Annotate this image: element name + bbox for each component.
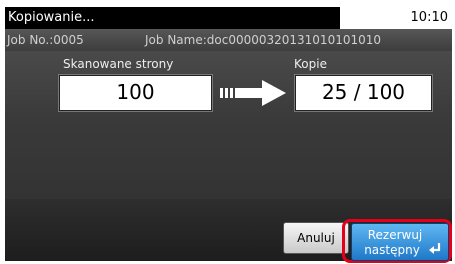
arrow-right-icon <box>220 80 286 106</box>
job-number: Job No.:0005 <box>7 33 84 47</box>
job-name: Job Name:doc00000320131010101010 <box>145 33 382 47</box>
reserve-next-button[interactable]: Rezerwuj następny <box>351 223 449 261</box>
bottom-bar: Anuluj Rezerwuj następny <box>5 199 452 263</box>
cancel-button[interactable]: Anuluj <box>283 222 349 254</box>
scanned-pages-label: Skanowane strony <box>63 57 174 71</box>
copies-label: Kopie <box>294 57 327 71</box>
clock: 10:10 <box>340 7 452 29</box>
copy-progress-screen: Kopiowanie... 10:10 Job No.:0005 Job Nam… <box>0 0 455 264</box>
job-info-bar: Job No.:0005 Job Name:doc000003201310101… <box>5 29 452 51</box>
enter-icon <box>429 243 441 254</box>
scanned-pages-value: 100 <box>59 75 212 111</box>
screen-title: Kopiowanie... <box>5 7 340 29</box>
reserve-next-label-line2: następny <box>364 243 420 257</box>
progress-panel: Skanowane strony 100 Kopie 25 / 100 <box>5 51 452 199</box>
reserve-next-label-line1: Rezerwuj <box>367 228 423 242</box>
copies-value: 25 / 100 <box>295 75 432 111</box>
title-bar: Kopiowanie... 10:10 <box>5 7 452 29</box>
